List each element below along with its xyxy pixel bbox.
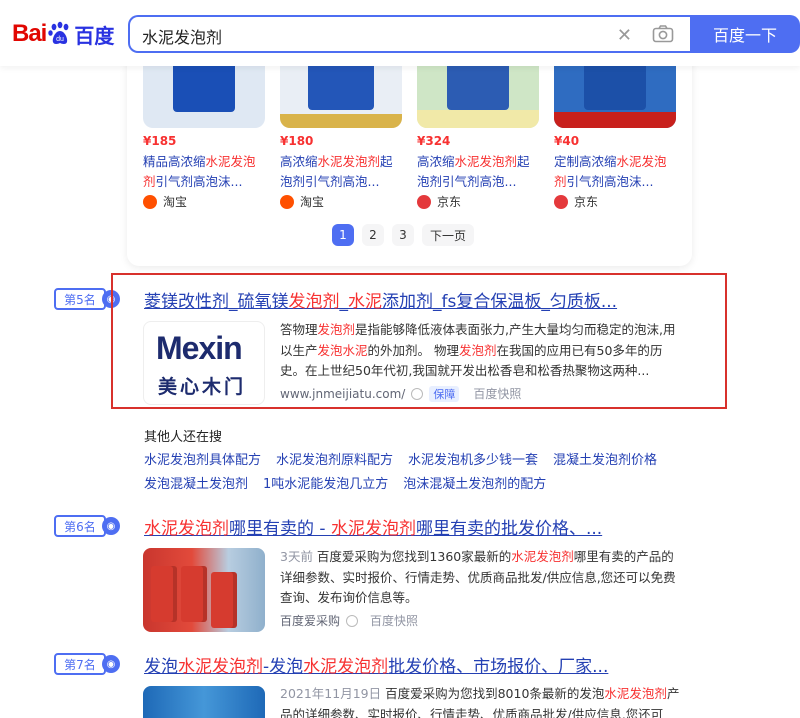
rank-label: 第6名 [54,515,106,537]
product-price: ¥324 [417,134,451,148]
product-price: ¥180 [280,134,314,148]
result-thumbnail[interactable] [143,548,265,632]
related-searches-title: 其他人还在搜 [144,430,223,445]
product-title[interactable]: 定制高浓缩水泥发泡剂引气剂高泡沫... [554,152,676,192]
related-search-link[interactable]: 泡沫混凝土发泡剂的配方 [403,473,546,492]
page-button[interactable]: 2 [362,224,384,246]
shield-icon [411,387,424,400]
taobao-icon [143,194,157,209]
result-title[interactable]: 发泡水泥发泡剂-发泡水泥发泡剂批发价格、市场报价、厂家... [144,652,608,677]
rank-label: 第7名 [54,653,106,675]
result-thumbnail[interactable] [143,686,265,718]
page-button[interactable]: 1 [332,224,354,246]
related-search-link[interactable]: 1吨水泥能发泡几立方 [263,473,388,492]
mexin-logo-cn: 美心木门 [158,376,247,398]
svg-text:du: du [56,36,64,43]
shop-source[interactable]: 淘宝 [280,193,324,210]
result-meta: www.jnmeijiatu.com/ 保障 百度快照 [280,385,521,402]
related-search-link[interactable]: 水泥发泡机多少钱一套 [408,449,538,468]
related-search-link[interactable]: 水泥发泡剂原料配方 [276,449,393,468]
result-url[interactable]: www.jnmeijiatu.com/ [280,387,405,401]
search-box[interactable]: 水泥发泡剂 ✕ [128,15,690,53]
result-abstract: 答物理发泡剂是指能够降低液体表面张力,产生大量均匀而稳定的泡沫,用以生产发泡水泥… [280,322,676,378]
page-button[interactable]: 3 [392,224,414,246]
logo-text-bai: Bai [12,20,47,47]
shield-icon [346,614,359,627]
search-input[interactable]: 水泥发泡剂 [142,24,222,48]
related-search-link[interactable]: 水泥发泡剂具体配方 [144,449,261,468]
rank-arrow-icon: ◉ [102,655,120,673]
search-button[interactable]: 百度一下 [690,15,800,53]
result-abstract: 3天前 百度爱采购为您找到1360家最新的水泥发泡剂哪里有卖的产品的详细参数、实… [280,549,676,605]
rank-badge: 第7名 ◉ [54,652,126,676]
related-searches-row: 水泥发泡剂具体配方 水泥发泡剂原料配方 水泥发泡机多少钱一套 混凝土发泡剂价格 [144,449,672,468]
result-abstract: 2021年11月19日 百度爱采购为您找到8010条最新的发泡水泥发泡剂产品的详… [280,686,680,718]
rank-arrow-icon: ◉ [102,517,120,535]
product-price: ¥185 [143,134,177,148]
snapshot-link[interactable]: 百度快照 [473,385,521,402]
pagination: 1 2 3 下一页 [332,224,482,246]
mexin-logo: Mexin [156,330,243,366]
result-source[interactable]: 百度爱采购 [280,612,340,629]
paw-icon: du [48,21,69,44]
result-thumbnail[interactable]: Mexin 美心木门 [143,321,265,405]
camera-icon[interactable] [652,24,674,44]
guarantee-badge[interactable]: 保障 [429,385,460,402]
jd-icon [554,194,568,209]
taobao-icon [280,194,294,209]
result-title[interactable]: 菱镁改性剂_硫氧镁发泡剂_水泥添加剂_fs复合保温板_匀质板... [144,287,617,312]
product-title[interactable]: 高浓缩水泥发泡剂起泡剂引气剂高泡... [280,152,402,192]
rank-label: 第5名 [54,288,106,310]
shop-source[interactable]: 淘宝 [143,193,187,210]
logo-text-baidu: 百度 [74,25,115,48]
related-searches-row: 发泡混凝土发泡剂 1吨水泥能发泡几立方 泡沫混凝土发泡剂的配方 [144,473,561,492]
baidu-logo[interactable]: Bai du 百度 [12,14,114,54]
search-header: Bai du 百度 水泥发泡剂 ✕ 百度一下 [0,0,800,66]
product-title[interactable]: 精品高浓缩水泥发泡剂引气剂高泡沫... [143,152,265,192]
snapshot-link[interactable]: 百度快照 [370,612,418,629]
related-search-link[interactable]: 混凝土发泡剂价格 [553,449,657,468]
result-title[interactable]: 水泥发泡剂哪里有卖的 - 水泥发泡剂哪里有卖的批发价格、... [144,514,602,539]
rank-badge: 第6名 ◉ [54,514,126,538]
shop-source[interactable]: 京东 [417,193,461,210]
related-search-link[interactable]: 发泡混凝土发泡剂 [144,473,248,492]
next-page-button[interactable]: 下一页 [422,224,475,246]
shop-source[interactable]: 京东 [554,193,598,210]
product-title[interactable]: 高浓缩水泥发泡剂起泡剂引气剂高泡... [417,152,539,192]
product-price: ¥40 [554,134,580,148]
result-meta: 百度爱采购 百度快照 [280,612,418,629]
jd-icon [417,194,431,209]
clear-icon[interactable]: ✕ [617,25,632,46]
